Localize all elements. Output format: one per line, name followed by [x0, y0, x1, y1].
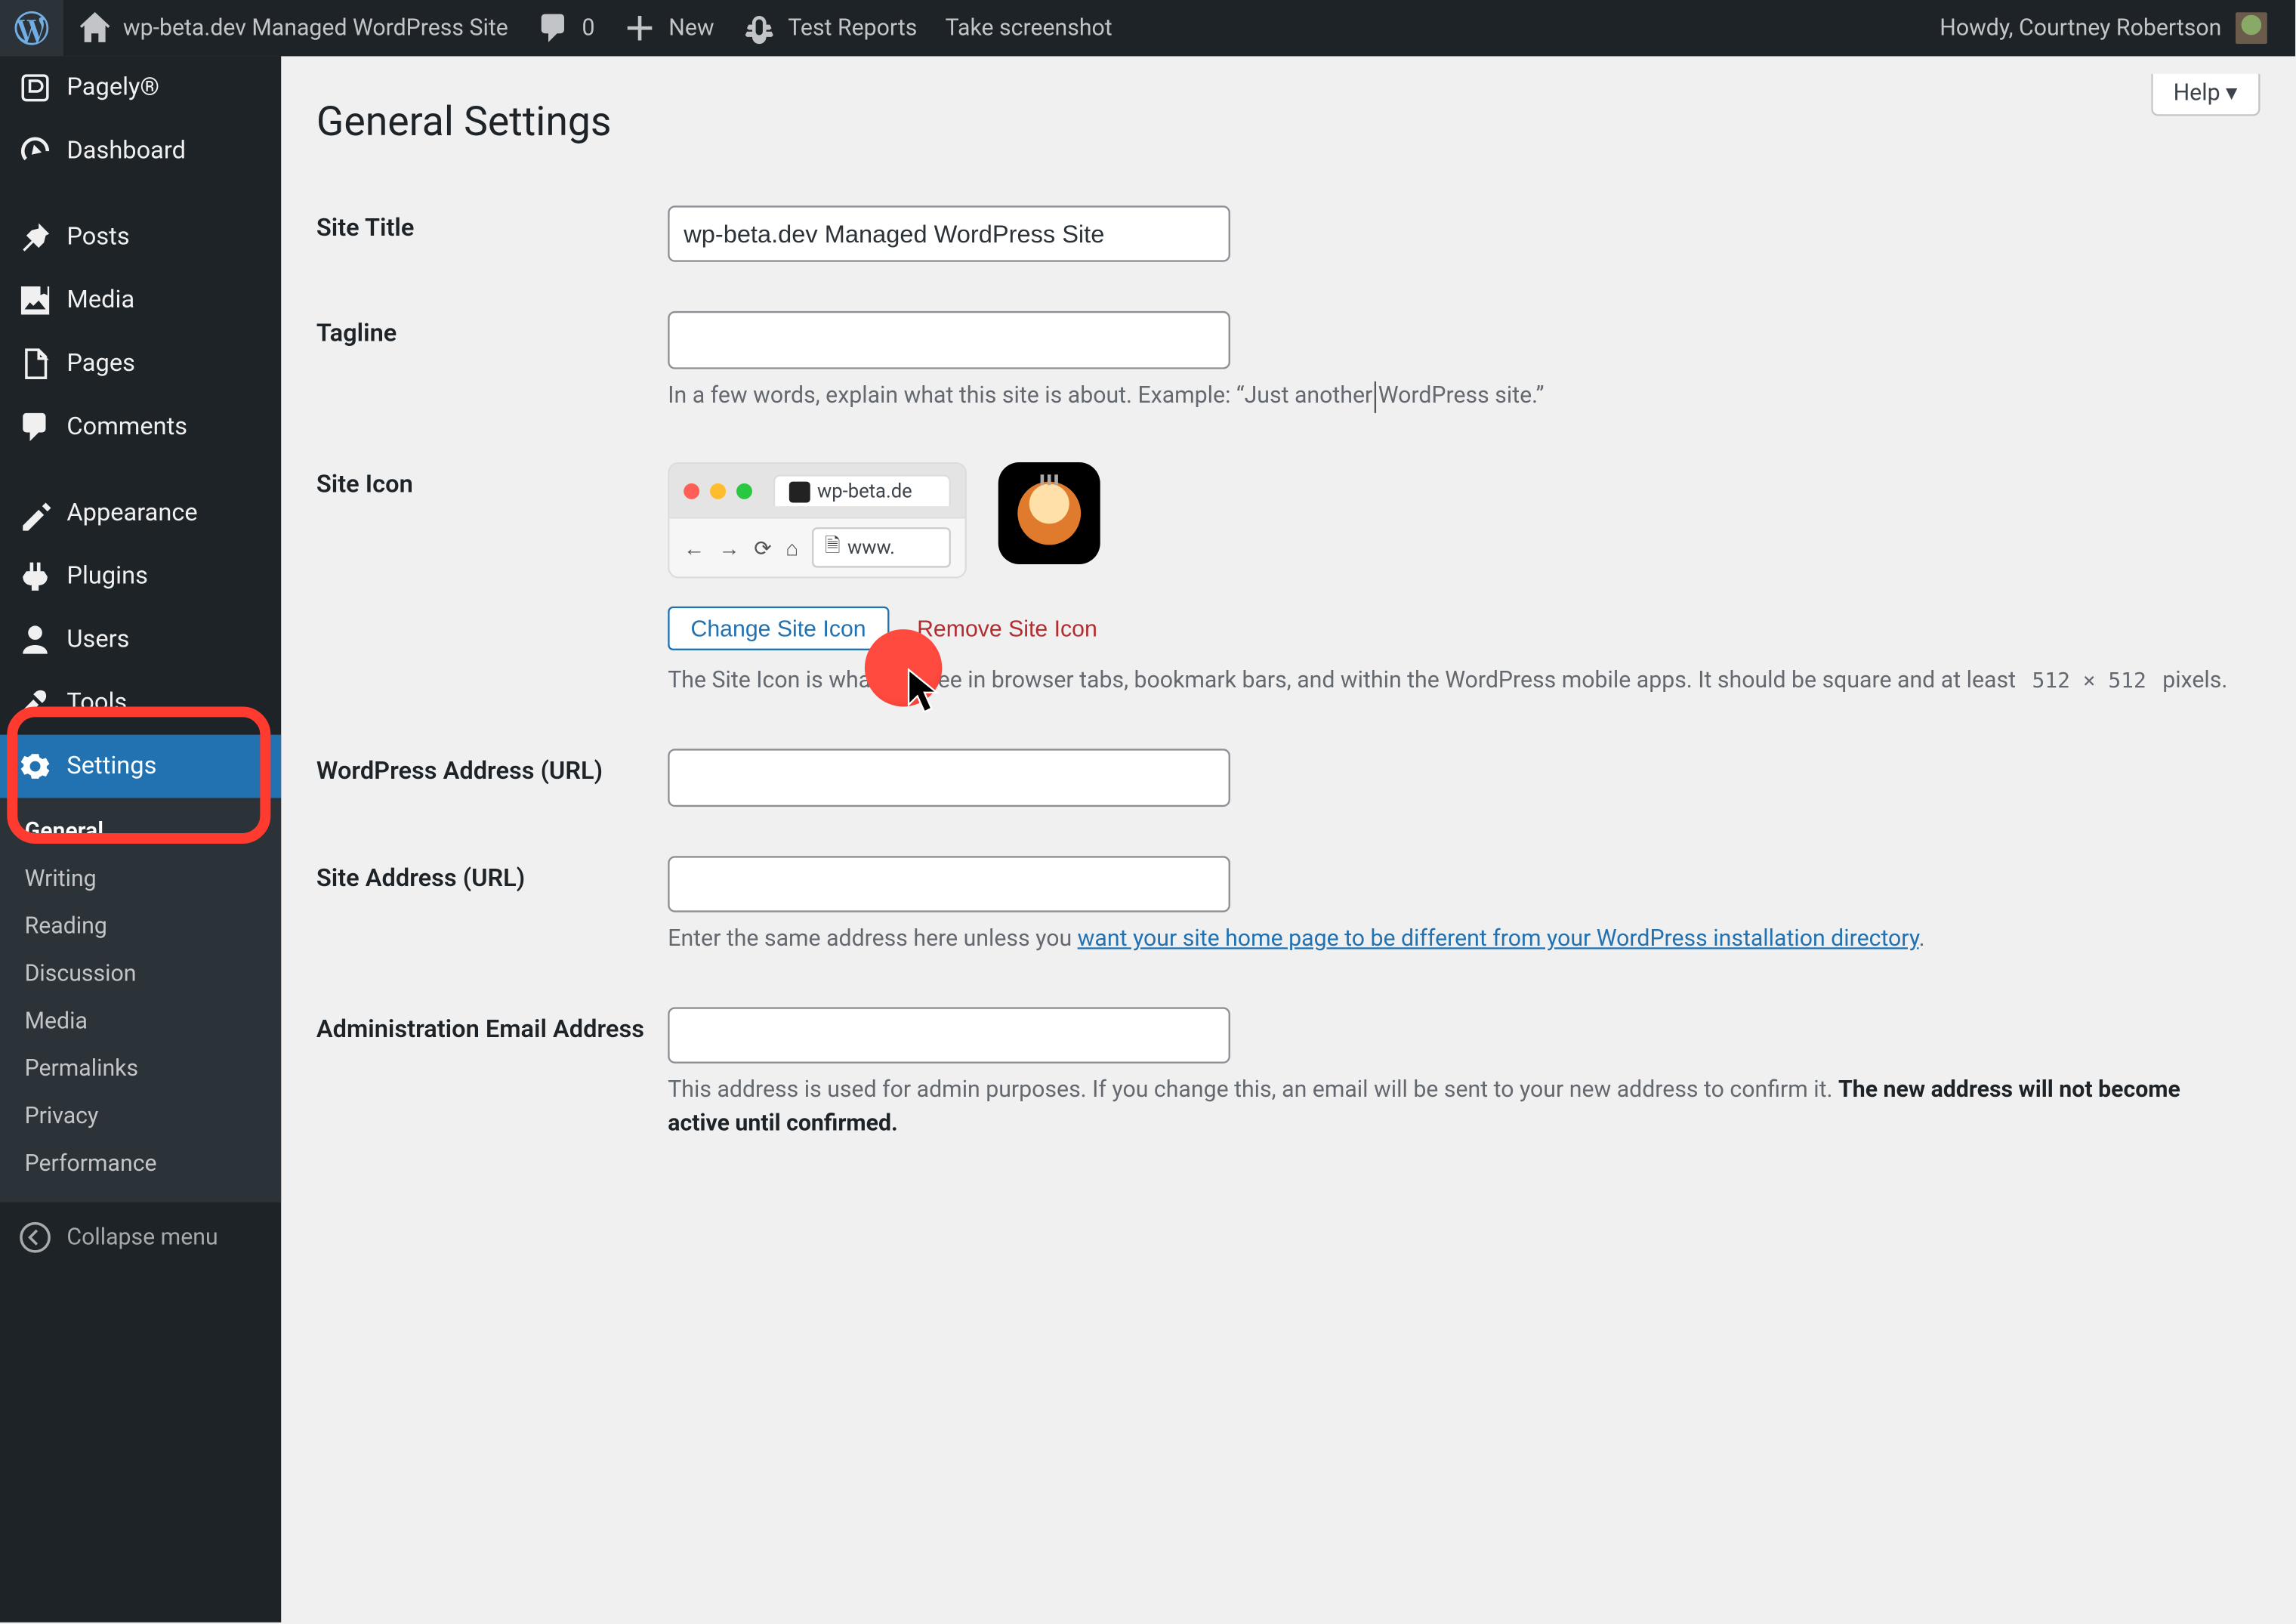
settings-icon	[17, 749, 53, 784]
help-tab[interactable]: Help ▾	[2150, 74, 2260, 116]
text-caret	[1375, 381, 1376, 412]
page-title: General Settings	[316, 98, 2261, 146]
tools-icon	[17, 686, 53, 721]
sidebar-item-tools[interactable]: Tools	[0, 672, 281, 735]
pin-icon	[17, 220, 53, 255]
submenu-item-permalinks[interactable]: Permalinks	[0, 1046, 281, 1094]
pages-icon	[17, 346, 53, 381]
app-icon-preview	[998, 463, 1100, 565]
submenu-item-reading[interactable]: Reading	[0, 903, 281, 951]
submenu-item-performance[interactable]: Performance	[0, 1141, 281, 1188]
plugins-icon	[17, 559, 53, 594]
sidebar-item-pagely[interactable]: Pagely®	[0, 56, 281, 119]
browser-preview: wp-beta.de ← → ⟳ ⌂ 🗎 www.	[668, 463, 967, 579]
sidebar-item-settings[interactable]: Settings	[0, 735, 281, 798]
wp-url-label: WordPress Address (URL)	[316, 732, 668, 838]
nav-home-icon: ⌂	[785, 536, 798, 560]
site-url-desc-prefix: Enter the same address here unless you	[668, 926, 1077, 952]
traffic-light-red-icon	[684, 483, 699, 499]
tagline-description: In a few words, explain what this site i…	[668, 383, 1544, 409]
nav-forward-icon: →	[719, 536, 740, 560]
site-icon-graphic	[1017, 482, 1081, 545]
site-icon-label: Site Icon	[316, 445, 668, 731]
settings-submenu: General Writing Reading Discussion Media…	[0, 798, 281, 1202]
comments-link[interactable]: 0	[522, 0, 609, 56]
new-content-link[interactable]: New	[609, 0, 728, 56]
submenu-item-general[interactable]: General	[0, 808, 281, 856]
admin-sidebar: Pagely® Dashboard Posts Media Pages Co	[0, 56, 281, 1622]
plus-icon	[623, 11, 659, 46]
traffic-light-green-icon	[736, 483, 752, 499]
sidebar-item-posts[interactable]: Posts	[0, 205, 281, 269]
sidebar-item-users[interactable]: Users	[0, 608, 281, 672]
sidebar-item-plugins[interactable]: Plugins	[0, 545, 281, 608]
url-box: 🗎 www.	[813, 528, 951, 569]
admin-email-input[interactable]	[668, 1006, 1230, 1063]
site-url-desc-link[interactable]: want your site home page to be different…	[1078, 926, 1919, 952]
submenu-item-discussion[interactable]: Discussion	[0, 951, 281, 999]
site-url-desc-suffix: .	[1919, 926, 1925, 952]
dashboard-icon	[17, 134, 53, 169]
sidebar-item-comments[interactable]: Comments	[0, 396, 281, 459]
file-icon: 🗎	[825, 531, 841, 564]
account-link[interactable]: Howdy, Courtney Robertson	[1926, 0, 2282, 56]
sidebar-item-dashboard[interactable]: Dashboard	[0, 119, 281, 183]
site-icon-desc-1: The Site Icon is what you see in browser…	[668, 668, 2021, 695]
main-content: Help ▾ General Settings Site Title Tagli…	[281, 56, 2295, 1622]
site-icon-dimensions: 512 × 512	[2021, 662, 2156, 700]
appearance-icon	[17, 496, 53, 531]
collapse-icon	[17, 1220, 53, 1255]
site-title-text: wp-beta.dev Managed WordPress Site	[123, 15, 508, 42]
media-icon	[17, 283, 53, 319]
site-title-input[interactable]	[668, 205, 1230, 262]
take-screenshot-link[interactable]: Take screenshot	[931, 0, 1126, 56]
site-url-label: Site Address (URL)	[316, 838, 668, 989]
site-url-input[interactable]	[668, 855, 1230, 912]
browser-tab: wp-beta.de	[773, 475, 951, 507]
tagline-input[interactable]	[668, 312, 1230, 369]
comments-count: 0	[582, 15, 594, 42]
remove-site-icon-button[interactable]: Remove Site Icon	[906, 609, 1108, 650]
submenu-item-writing[interactable]: Writing	[0, 856, 281, 903]
admin-email-label: Administration Email Address	[316, 989, 668, 1174]
traffic-light-yellow-icon	[710, 483, 726, 499]
submenu-item-privacy[interactable]: Privacy	[0, 1093, 281, 1141]
test-reports-link[interactable]: Test Reports	[728, 0, 931, 56]
site-title-label: Site Title	[316, 188, 668, 295]
favicon-preview-icon	[789, 481, 810, 502]
pagely-icon	[17, 70, 53, 106]
admin-email-desc-1: This address is used for admin purposes.…	[668, 1077, 1838, 1104]
comments-icon	[17, 409, 53, 445]
sidebar-item-media[interactable]: Media	[0, 269, 281, 332]
admin-bar: wp-beta.dev Managed WordPress Site 0 New…	[0, 0, 2295, 56]
bug-icon	[742, 11, 778, 46]
wp-url-input[interactable]	[668, 749, 1230, 806]
collapse-menu-button[interactable]: Collapse menu	[0, 1203, 281, 1273]
submenu-item-media[interactable]: Media	[0, 999, 281, 1046]
wordpress-icon	[14, 11, 50, 46]
sidebar-item-appearance[interactable]: Appearance	[0, 482, 281, 545]
nav-reload-icon: ⟳	[754, 536, 771, 560]
tagline-label: Tagline	[316, 295, 668, 446]
avatar	[2236, 12, 2267, 44]
sidebar-item-pages[interactable]: Pages	[0, 332, 281, 396]
nav-back-icon: ←	[684, 536, 705, 560]
change-site-icon-button[interactable]: Change Site Icon	[668, 607, 889, 650]
site-home-link[interactable]: wp-beta.dev Managed WordPress Site	[63, 0, 523, 56]
home-icon	[77, 11, 113, 46]
site-icon-desc-2: pixels.	[2162, 668, 2227, 695]
wp-logo[interactable]	[0, 0, 63, 56]
comment-icon	[536, 11, 572, 46]
users-icon	[17, 622, 53, 658]
